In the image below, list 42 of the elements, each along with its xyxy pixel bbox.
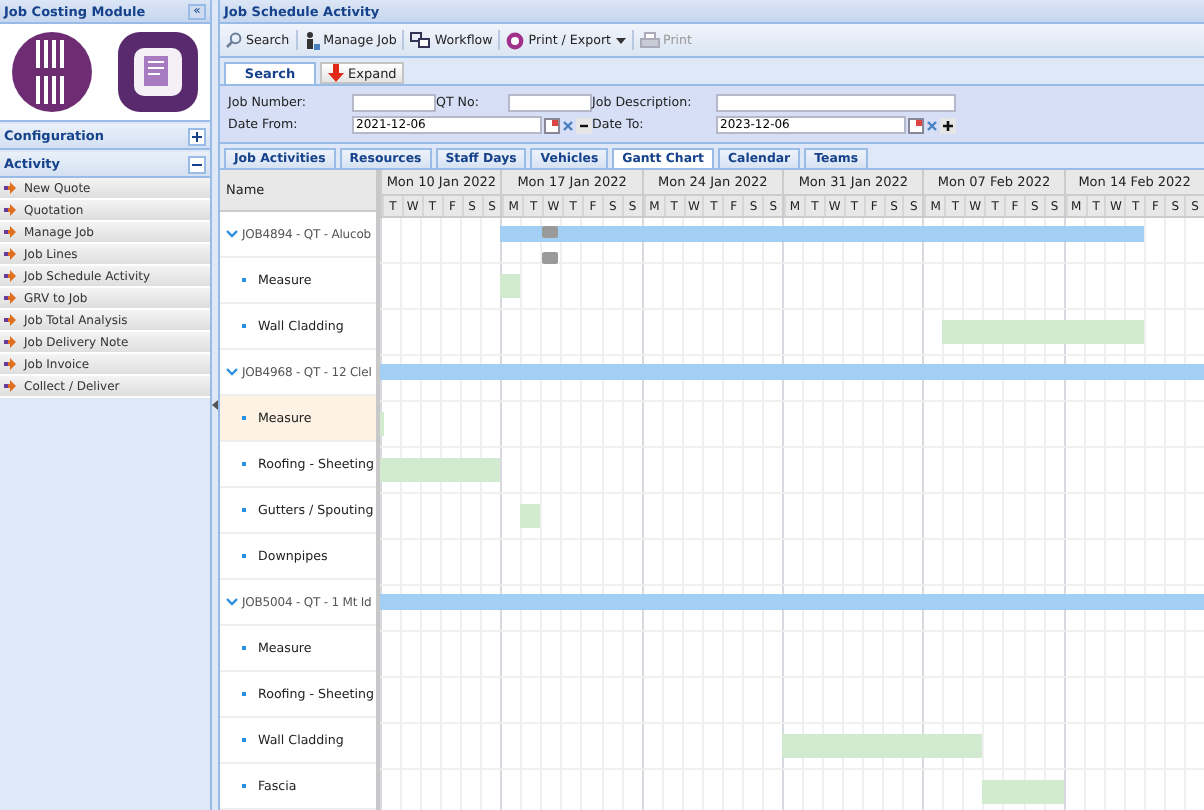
arrow-bullet-icon: [4, 292, 16, 304]
qt-number-field[interactable]: [508, 94, 592, 112]
arrow-bullet-icon: [4, 314, 16, 326]
splitter-arrow-icon[interactable]: [212, 400, 218, 410]
task-bar[interactable]: [520, 504, 541, 528]
export-icon: [506, 31, 525, 49]
workflow-icon: [410, 32, 431, 48]
arrow-bullet-icon: [4, 380, 16, 392]
arrow-bullet-icon: [4, 248, 16, 260]
clear-icon[interactable]: [926, 119, 938, 131]
document-app-icon: [115, 30, 200, 114]
summary-bar[interactable]: [500, 226, 1144, 242]
summary-bar[interactable]: [380, 594, 1204, 610]
printer-icon: [639, 31, 660, 49]
collapse-icon[interactable]: [188, 155, 206, 173]
task-bar[interactable]: [500, 274, 521, 298]
arrow-bullet-icon: [4, 182, 16, 194]
chevron-down-icon[interactable]: [226, 598, 238, 606]
person-icon: [303, 31, 320, 49]
task-bar[interactable]: [982, 780, 1064, 804]
arrow-bullet-icon: [4, 270, 16, 282]
arrow-bullet-icon: [4, 336, 16, 348]
chevron-down-icon[interactable]: [226, 230, 238, 238]
task-bar[interactable]: [942, 320, 1144, 344]
search-icon: [226, 32, 242, 48]
arrow-bullet-icon: [4, 204, 16, 216]
minus-icon[interactable]: [576, 117, 592, 133]
summary-bar[interactable]: [380, 364, 1204, 380]
arrow-bullet-icon: [4, 226, 16, 238]
calendar-icon[interactable]: [544, 117, 560, 133]
columns-logo-icon: [10, 30, 95, 114]
chevron-down-icon[interactable]: [226, 368, 238, 376]
calendar-icon[interactable]: [908, 117, 924, 133]
expand-icon[interactable]: [188, 127, 206, 145]
job-number-field[interactable]: [352, 94, 436, 112]
down-arrow-icon: [328, 64, 344, 82]
task-bar[interactable]: [781, 734, 983, 758]
task-bar[interactable]: [380, 458, 501, 482]
arrow-bullet-icon: [4, 358, 16, 370]
job-description-field[interactable]: [716, 94, 956, 112]
plus-icon[interactable]: [940, 117, 956, 133]
clear-icon[interactable]: [562, 119, 574, 131]
